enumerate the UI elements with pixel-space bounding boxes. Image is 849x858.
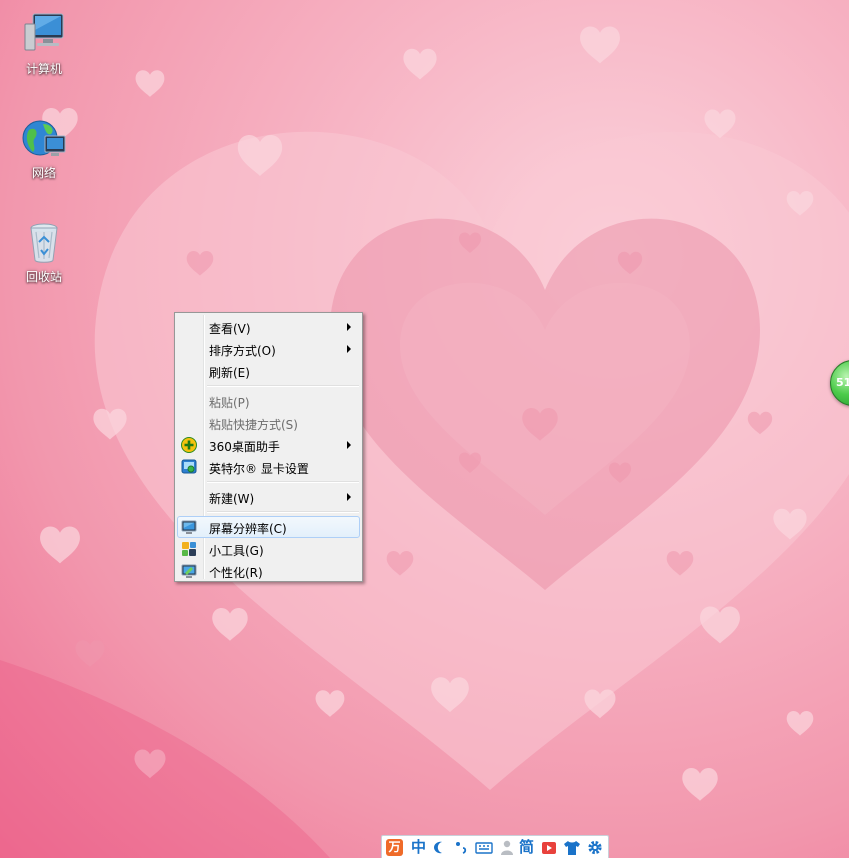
menu-item-360-assistant[interactable]: 360桌面助手 [177, 434, 360, 456]
desktop-icon-label: 计算机 [25, 62, 62, 76]
intel-graphics-icon [181, 459, 197, 474]
ime-mode-toggle[interactable]: 中 [411, 838, 426, 857]
menu-separator [207, 481, 359, 483]
desktop-icon-computer[interactable]: 计算机 [8, 12, 80, 77]
user-icon[interactable] [500, 838, 514, 857]
submenu-arrow-icon [347, 441, 351, 449]
menu-item-paste[interactable]: 粘贴(P) [177, 390, 360, 412]
menu-separator [207, 511, 359, 513]
ime-logo-icon[interactable]: 万 [386, 839, 403, 856]
skin-box-icon[interactable] [541, 838, 559, 857]
desktop-icon-recycle-bin[interactable]: 回收站 [8, 220, 80, 285]
desktop-icon-label: 回收站 [25, 270, 62, 284]
recycle-bin-icon [30, 223, 58, 263]
menu-item-screen-resolution[interactable]: 屏幕分辨率(C) [177, 516, 360, 538]
desktop-icon-network[interactable]: 网络 [8, 116, 80, 181]
punctuation-icon[interactable] [454, 838, 468, 857]
menu-item-intel-graphics[interactable]: 英特尔® 显卡设置 [177, 456, 360, 478]
wallpaper [0, 26, 849, 858]
menu-item-view[interactable]: 查看(V) [177, 316, 360, 338]
half-width-moon-icon[interactable] [433, 838, 447, 857]
desktop-icon-label: 网络 [31, 166, 56, 180]
gadgets-icon [182, 542, 196, 556]
menu-item-gadgets[interactable]: 小工具(G) [177, 538, 360, 560]
simplified-traditional-toggle[interactable]: 简 [519, 838, 534, 857]
settings-gear-icon[interactable] [586, 838, 604, 857]
submenu-arrow-icon [347, 493, 351, 501]
screen-resolution-icon [181, 520, 197, 534]
360-assistant-icon [181, 437, 197, 453]
menu-item-personalize[interactable]: 个性化(R) [177, 560, 360, 582]
computer-icon [24, 13, 64, 51]
personalize-icon [181, 564, 197, 578]
menu-separator [207, 385, 359, 387]
floating-speed-ball[interactable]: 51 [830, 360, 849, 406]
menu-item-paste-shortcut[interactable]: 粘贴快捷方式(S) [177, 412, 360, 434]
skin-shirt-icon[interactable] [563, 838, 581, 857]
desktop-context-menu: 查看(V) 排序方式(O) 刷新(E) 粘贴(P) 粘贴快捷方式(S) 360桌… [174, 312, 363, 582]
ime-toolbar: 万 中 简 [381, 835, 609, 858]
menu-item-refresh[interactable]: 刷新(E) [177, 360, 360, 382]
submenu-arrow-icon [347, 323, 351, 331]
network-icon [22, 120, 66, 156]
submenu-arrow-icon [347, 345, 351, 353]
soft-keyboard-icon[interactable] [475, 838, 493, 857]
menu-item-sort-by[interactable]: 排序方式(O) [177, 338, 360, 360]
menu-item-new[interactable]: 新建(W) [177, 486, 360, 508]
